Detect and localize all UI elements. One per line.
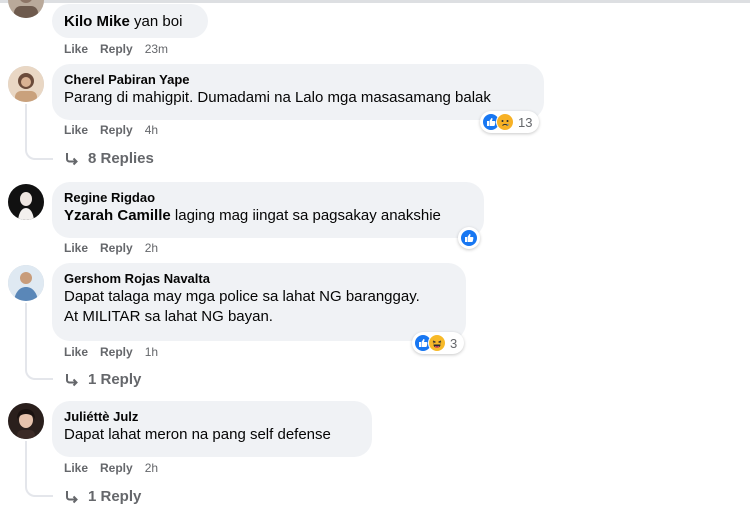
reaction-count: 3 <box>450 335 458 351</box>
like-button[interactable]: Like <box>64 123 88 137</box>
view-replies-link[interactable]: 1 Reply <box>64 371 141 388</box>
reaction-count: 13 <box>518 114 533 130</box>
like-button[interactable]: Like <box>64 345 88 359</box>
comment-text-line: At MILITAR sa lahat NG bayan. <box>64 308 273 325</box>
thread-connector <box>25 368 53 380</box>
comment-bubble: Kilo Mike yan boi <box>52 4 208 38</box>
like-button[interactable]: Like <box>64 461 88 475</box>
replies-label[interactable]: 1 Reply <box>88 488 141 505</box>
avatar[interactable] <box>8 66 44 102</box>
avatar[interactable] <box>8 184 44 220</box>
like-button[interactable]: Like <box>64 42 88 56</box>
avatar[interactable] <box>8 265 44 301</box>
avatar[interactable] <box>8 403 44 439</box>
view-replies-link[interactable]: 8 Replies <box>64 150 154 167</box>
comment-bubble: Gershom Rojas Navalta Dapat talaga may m… <box>52 263 466 341</box>
comment-author[interactable]: Cherel Pabiran Yape <box>64 71 532 88</box>
reaction-summary[interactable] <box>458 227 480 249</box>
reaction-summary[interactable]: 13 <box>480 111 540 133</box>
comment-bubble: Cherel Pabiran Yape Parang di mahigpit. … <box>52 64 544 120</box>
comment-author[interactable]: Kilo Mike <box>64 13 130 30</box>
comment-text: Dapat lahat meron na pang self defense <box>64 426 331 443</box>
comment-author[interactable]: Juliéttè Julz <box>64 408 360 425</box>
comment-actions: Like Reply 2h <box>64 241 170 255</box>
thread-line <box>25 441 27 487</box>
reply-button[interactable]: Reply <box>100 241 133 255</box>
comment-actions: Like Reply 4h <box>64 123 170 137</box>
comment-author[interactable]: Regine Rigdao <box>64 189 472 206</box>
comment-time[interactable]: 4h <box>145 123 158 137</box>
comment-text: Parang di mahigpit. Dumadami na Lalo mga… <box>64 89 491 106</box>
comment-time[interactable]: 1h <box>145 345 158 359</box>
replies-label[interactable]: 8 Replies <box>88 150 154 167</box>
reply-button[interactable]: Reply <box>100 345 133 359</box>
view-replies-link[interactable]: 1 Reply <box>64 488 141 505</box>
replies-label[interactable]: 1 Reply <box>88 371 141 388</box>
sad-reaction-icon <box>496 113 514 131</box>
comment-author[interactable]: Gershom Rojas Navalta <box>64 270 454 287</box>
reaction-summary[interactable]: 3 <box>412 332 465 354</box>
reply-arrow-icon <box>66 152 78 165</box>
like-button[interactable]: Like <box>64 241 88 255</box>
comment-text: laging mag iingat sa pagsakay anakshie <box>174 207 441 224</box>
comment-bubble: Juliéttè Julz Dapat lahat meron na pang … <box>52 401 372 457</box>
comment-text-line: Dapat talaga may mga police sa lahat NG … <box>64 288 420 305</box>
comment-time[interactable]: 23m <box>145 42 168 56</box>
comment-text: yan boi <box>134 13 183 30</box>
reply-arrow-icon <box>66 490 78 503</box>
comment-actions: Like Reply 2h <box>64 461 170 475</box>
thread-line <box>25 303 27 370</box>
avatar[interactable] <box>8 0 44 18</box>
comment-time[interactable]: 2h <box>145 241 158 255</box>
comment-bubble: Regine Rigdao Yzarah Camille laging mag … <box>52 182 484 238</box>
reply-button[interactable]: Reply <box>100 461 133 475</box>
top-divider <box>0 0 750 3</box>
thread-connector <box>25 485 53 497</box>
thread-connector <box>25 148 53 160</box>
reply-button[interactable]: Reply <box>100 123 133 137</box>
haha-reaction-icon <box>428 334 446 352</box>
thread-line <box>25 104 27 150</box>
comment-actions: Like Reply 1h <box>64 345 170 359</box>
comment-time[interactable]: 2h <box>145 461 158 475</box>
reply-button[interactable]: Reply <box>100 42 133 56</box>
comment-actions: Like Reply 23m <box>64 42 180 56</box>
like-reaction-icon <box>460 229 478 247</box>
reply-arrow-icon <box>66 373 78 386</box>
tagged-user[interactable]: Yzarah Camille <box>64 207 171 224</box>
